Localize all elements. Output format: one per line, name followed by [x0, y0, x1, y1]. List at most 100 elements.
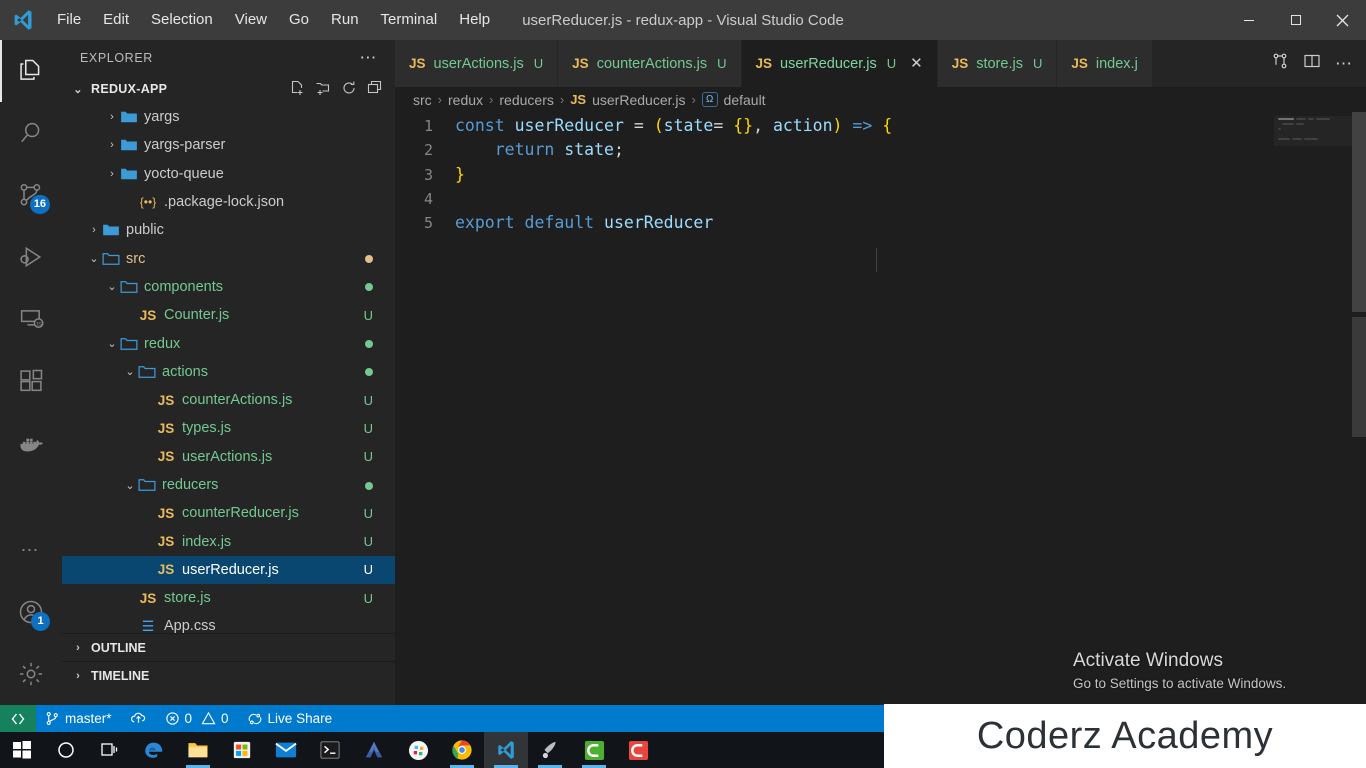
tree-item[interactable]: ☰ App.css [62, 612, 395, 633]
project-root-header[interactable]: ⌄ REDUX-APP [62, 75, 395, 103]
breadcrumb-item-redux[interactable]: redux [448, 92, 483, 108]
tree-item-selected[interactable]: JS userReducer.js U [62, 555, 395, 585]
minimap-slider[interactable] [1274, 116, 1352, 146]
slack-icon[interactable] [396, 732, 440, 768]
menu-help[interactable]: Help [448, 0, 501, 40]
more-views-icon[interactable]: ⋯ [0, 519, 62, 581]
atom-icon[interactable] [352, 732, 396, 768]
menu-file[interactable]: File [46, 0, 92, 40]
collapse-all-icon[interactable] [367, 80, 383, 99]
tree-item[interactable]: JS store.js U [62, 584, 395, 612]
menu-bar[interactable]: File Edit Selection View Go Run Terminal… [46, 0, 501, 40]
breadcrumb-item-symbol[interactable]: default [724, 92, 766, 108]
code-line[interactable]: 2 return state; [395, 138, 1366, 162]
editor-toolbar[interactable]: ⋯ [1257, 40, 1366, 87]
minimize-button[interactable] [1225, 0, 1272, 40]
code-line[interactable]: 3} [395, 163, 1366, 187]
maximize-button[interactable] [1272, 0, 1319, 40]
tree-item[interactable]: › yargs [62, 103, 395, 131]
refresh-icon[interactable] [341, 80, 357, 99]
chrome-icon[interactable] [440, 732, 484, 768]
code-line-text[interactable]: export default userReducer [455, 211, 713, 235]
paint-icon[interactable] [528, 732, 572, 768]
timeline-panel-header[interactable]: › TIMELINE [62, 661, 395, 689]
edge-icon[interactable] [132, 732, 176, 768]
tree-item[interactable]: › public [62, 216, 395, 244]
mail-icon[interactable] [264, 732, 308, 768]
scrollbar-thumb-secondary[interactable] [1352, 317, 1366, 437]
tree-item[interactable]: › yocto-queue [62, 160, 395, 188]
menu-view[interactable]: View [224, 0, 278, 40]
menu-terminal[interactable]: Terminal [370, 0, 449, 40]
editor-scrollbar[interactable] [1352, 112, 1366, 705]
sidebar-more-actions-icon[interactable]: ⋯ [359, 48, 377, 68]
app-green-icon[interactable] [572, 732, 616, 768]
status-live-share[interactable]: Live Share [238, 705, 342, 732]
menu-edit[interactable]: Edit [92, 0, 140, 40]
tree-item[interactable]: {••} .package-lock.json [62, 188, 395, 216]
window-controls[interactable] [1225, 0, 1366, 40]
scrollbar-thumb[interactable] [1352, 112, 1366, 312]
chevron-right-icon[interactable]: › [70, 642, 86, 654]
tree-item[interactable]: ⌄ redux [62, 329, 395, 357]
chevron-right-icon[interactable]: › [70, 670, 86, 682]
tree-twisty-icon[interactable]: ⌄ [86, 252, 102, 265]
tree-item[interactable]: ⌄ reducers [62, 471, 395, 499]
tree-item[interactable]: JS Counter.js U [62, 301, 395, 329]
editor-tab[interactable]: JS index.j [1057, 40, 1153, 87]
extensions-icon[interactable] [0, 350, 62, 412]
remote-explorer-icon[interactable]: JS [0, 288, 62, 350]
tree-item[interactable]: JS counterReducer.js U [62, 499, 395, 527]
editor-tab[interactable]: JS counterActions.js U [558, 40, 742, 87]
code-line-text[interactable]: return state; [455, 138, 624, 162]
split-vertical-icon[interactable] [1303, 52, 1321, 75]
vscode-icon[interactable] [484, 732, 528, 768]
code-line[interactable]: 5 export default userReducer [395, 211, 1366, 235]
status-branch[interactable]: master* [36, 705, 121, 732]
close-button[interactable] [1319, 0, 1366, 40]
tree-twisty-icon[interactable]: › [104, 111, 120, 123]
editor-tab[interactable]: JS userActions.js U [395, 40, 559, 87]
close-icon[interactable]: ✕ [910, 56, 923, 71]
explorer-icon[interactable] [0, 40, 62, 102]
status-sync[interactable] [121, 705, 156, 732]
tree-item[interactable]: JS types.js U [62, 414, 395, 442]
file-tree[interactable]: › yargs › yargs-parser › yocto-queue {••} .pack… [62, 103, 395, 633]
app-red-icon[interactable] [616, 732, 660, 768]
editor-actions-more-icon[interactable]: ⋯ [1335, 54, 1352, 74]
editor-tab[interactable]: JS userReducer.js U ✕ [741, 40, 938, 87]
code-line[interactable]: 1 const userReducer = (state= {}, action)… [395, 114, 1366, 138]
terminal-icon[interactable] [308, 732, 352, 768]
tree-item[interactable]: ⌄ components [62, 273, 395, 301]
tree-twisty-icon[interactable]: › [104, 168, 120, 180]
editor-tab[interactable]: JS store.js U [937, 40, 1058, 87]
tree-item[interactable]: JS index.js U [62, 527, 395, 555]
search-icon[interactable] [0, 102, 62, 164]
breadcrumb-item-file[interactable]: userReducer.js [592, 92, 685, 108]
status-problems[interactable]: 0 0 [156, 705, 238, 732]
menu-run[interactable]: Run [320, 0, 370, 40]
tree-twisty-icon[interactable]: › [86, 224, 102, 236]
tree-twisty-icon[interactable]: ⌄ [122, 479, 138, 492]
editor-tab-bar[interactable]: JS userActions.js U JS counterActions.js U JS u… [395, 40, 1366, 87]
file-explorer-icon[interactable] [176, 732, 220, 768]
accounts-icon[interactable]: 1 [0, 581, 62, 643]
menu-selection[interactable]: Selection [140, 0, 224, 40]
new-file-icon[interactable] [289, 80, 305, 99]
breadcrumb-item-src[interactable]: src [413, 92, 432, 108]
start-button-icon[interactable] [0, 732, 44, 768]
source-control-icon[interactable]: 16 [0, 164, 62, 226]
microsoft-store-icon[interactable] [220, 732, 264, 768]
run-debug-icon[interactable] [0, 226, 62, 288]
tree-twisty-icon[interactable]: › [104, 139, 120, 151]
code-line[interactable]: 4 [395, 187, 1366, 211]
tree-twisty-icon[interactable]: ⌄ [104, 337, 120, 350]
task-view-icon[interactable] [88, 732, 132, 768]
tree-item[interactable]: ⌄ src [62, 244, 395, 272]
tree-item[interactable]: JS userActions.js U [62, 443, 395, 471]
cortana-icon[interactable] [44, 732, 88, 768]
tree-twisty-icon[interactable]: ⌄ [122, 365, 138, 378]
code-editor[interactable]: 1 const userReducer = (state= {}, action)… [395, 112, 1366, 705]
chevron-down-icon[interactable]: ⌄ [70, 83, 86, 96]
tree-item[interactable]: ⌄ actions [62, 358, 395, 386]
